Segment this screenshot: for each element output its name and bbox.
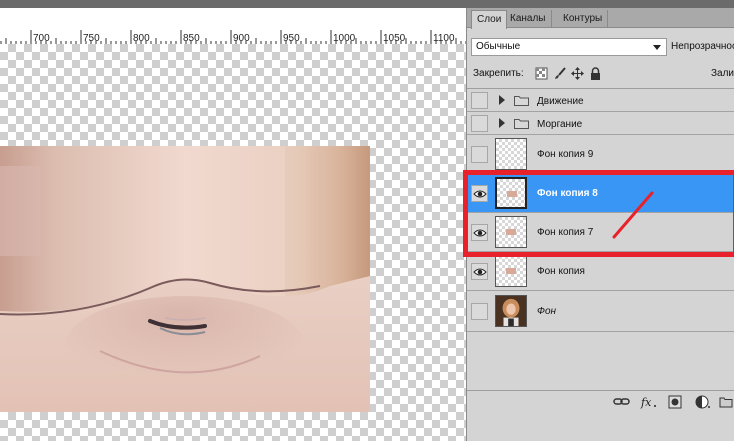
background-thumbnail [495, 295, 527, 327]
layer-name: Моргание [537, 119, 583, 130]
horizontal-ruler[interactable]: 700 750 800 850 900 950 1000 1050 1100 [0, 8, 466, 44]
document-canvas[interactable] [0, 44, 466, 441]
folder-icon [514, 119, 529, 129]
group-icon[interactable] [719, 395, 733, 409]
tab-channels[interactable]: Каналы [505, 10, 552, 28]
layer-fon[interactable]: Фон [467, 291, 734, 332]
move-icon[interactable] [571, 67, 584, 80]
expand-triangle-icon[interactable] [499, 95, 505, 105]
ruler-label: 950 [283, 33, 300, 44]
adjustment-icon[interactable] [695, 395, 711, 409]
tab-layers[interactable]: Слои [471, 10, 508, 29]
opacity-label: Непрозрачность: [671, 41, 734, 52]
ruler-label: 1050 [383, 33, 406, 44]
tab-paths[interactable]: Контуры [558, 10, 609, 28]
layer-fon-kopiya-9[interactable]: Фон копия 9 [467, 135, 734, 174]
lock-transparent-icon[interactable] [535, 67, 548, 80]
brush-icon[interactable] [553, 67, 566, 80]
link-icon[interactable] [613, 395, 631, 409]
fill-label: Заливка: [711, 68, 734, 79]
layer-thumbnail [495, 255, 527, 287]
ruler-label: 800 [133, 33, 150, 44]
lock-label: Закрепить: [473, 68, 524, 79]
lock-icon[interactable] [589, 67, 602, 80]
face-photo [0, 146, 370, 412]
annotation-box [463, 170, 734, 257]
eye-icon [473, 268, 487, 276]
ruler-label: 1000 [333, 33, 356, 44]
visibility-toggle[interactable] [471, 146, 488, 163]
chevron-down-icon [653, 45, 661, 50]
folder-icon [514, 96, 529, 106]
visibility-toggle[interactable] [471, 115, 488, 132]
panel-tabs: Слои Каналы Контуры [467, 8, 734, 29]
visibility-toggle[interactable] [471, 263, 488, 280]
visibility-toggle[interactable] [471, 92, 488, 109]
blend-mode-select[interactable]: Обычные [471, 38, 667, 56]
annotation-stroke [612, 191, 654, 239]
layer-name: Фон копия 9 [537, 149, 594, 160]
layer-group-dvizhenie[interactable]: Движение [467, 89, 734, 112]
layer-thumbnail [495, 138, 527, 170]
fx-icon[interactable]: fx [640, 395, 658, 409]
ruler-label: 850 [183, 33, 200, 44]
layer-fon-kopiya[interactable]: Фон копия [467, 252, 734, 291]
top-bar [0, 0, 734, 8]
ruler-label: 900 [233, 33, 250, 44]
layer-name: Движение [537, 96, 584, 107]
layers-bottom-toolbar: fx [467, 390, 734, 412]
layer-name: Фон [537, 306, 557, 317]
svg-text:fx: fx [640, 396, 652, 409]
mask-icon[interactable] [668, 395, 682, 409]
ruler-label: 1100 [433, 33, 455, 44]
ruler-label: 750 [83, 33, 100, 44]
ruler-label: 700 [33, 33, 50, 44]
layer-group-morganie[interactable]: Моргание [467, 112, 734, 135]
blend-mode-value: Обычные [476, 41, 521, 52]
visibility-toggle[interactable] [471, 303, 488, 320]
layer-name: Фон копия [537, 266, 585, 277]
expand-triangle-icon[interactable] [499, 118, 505, 128]
